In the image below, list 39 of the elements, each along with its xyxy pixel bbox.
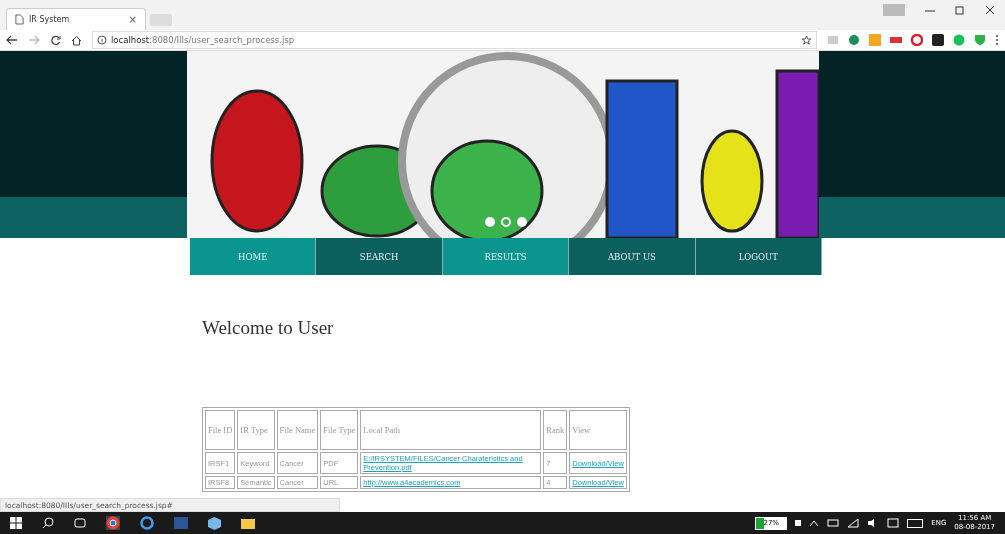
column-header: File Name xyxy=(276,410,319,450)
back-icon[interactable] xyxy=(6,35,18,45)
tab-title: IR System xyxy=(29,15,70,24)
carousel-dot[interactable] xyxy=(500,217,511,227)
info-icon xyxy=(97,35,107,45)
column-header: IR Type xyxy=(237,410,275,450)
start-icon[interactable] xyxy=(10,517,22,529)
search-icon[interactable] xyxy=(42,517,54,529)
nav-link[interactable]: LOGOUT xyxy=(695,238,823,275)
carousel-dot[interactable] xyxy=(516,217,527,227)
nav-link[interactable]: SEARCH xyxy=(316,238,443,275)
column-header: File ID xyxy=(205,410,236,450)
menu-icon[interactable] xyxy=(995,34,999,46)
close-tab-button[interactable]: × xyxy=(128,14,137,25)
carousel-dot[interactable] xyxy=(484,217,495,227)
reload-icon[interactable] xyxy=(50,34,61,46)
extension-icon[interactable] xyxy=(932,34,944,46)
extension-icon[interactable] xyxy=(890,34,902,46)
task-view-icon[interactable] xyxy=(74,517,86,529)
keyboard-icon[interactable] xyxy=(907,518,924,528)
welcome-heading: Welcome to User xyxy=(202,317,334,339)
home-icon[interactable] xyxy=(71,34,82,46)
column-header: File Type xyxy=(320,410,359,450)
restore-icon[interactable] xyxy=(955,5,965,15)
cube-icon[interactable] xyxy=(208,516,221,530)
column-header: Local Path xyxy=(360,410,542,450)
extension-icon[interactable] xyxy=(848,34,860,46)
close-icon[interactable] xyxy=(985,5,995,15)
chevron-up-icon[interactable] xyxy=(809,519,820,527)
column-header: View xyxy=(569,410,627,450)
browser-icon[interactable] xyxy=(106,516,120,530)
column-header: Rank xyxy=(543,410,568,450)
star-icon[interactable] xyxy=(801,34,812,46)
address-bar[interactable]: localhost:8080/IIIs/user_search_process.jsp xyxy=(92,31,817,49)
page-icon xyxy=(15,14,24,25)
nav-link[interactable]: ABOUT US xyxy=(569,238,696,275)
extension-icon[interactable] xyxy=(911,34,923,46)
browser-tab[interactable]: IR System × xyxy=(6,8,146,30)
shield-icon[interactable] xyxy=(974,34,986,46)
